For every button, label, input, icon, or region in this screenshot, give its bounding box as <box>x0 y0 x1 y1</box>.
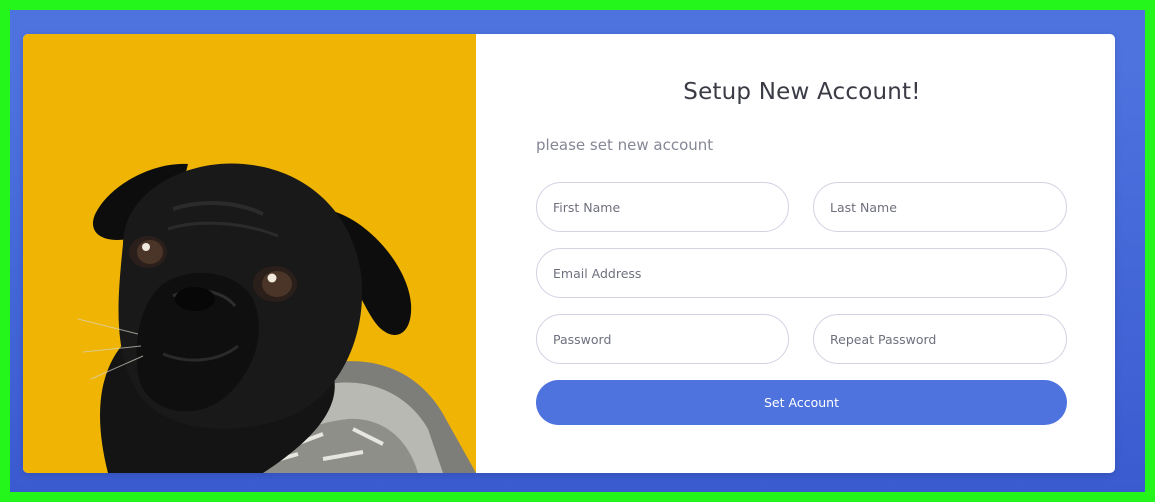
email-input[interactable] <box>536 248 1067 298</box>
page-title: Setup New Account! <box>683 79 921 105</box>
set-account-button[interactable]: Set Account <box>536 380 1067 425</box>
pug-illustration <box>77 163 476 473</box>
form-subtitle: please set new account <box>536 136 714 154</box>
register-card: Setup New Account! please set new accoun… <box>23 34 1115 473</box>
page-frame: Setup New Account! please set new accoun… <box>0 0 1155 502</box>
password-input[interactable] <box>536 314 789 364</box>
register-form: Setup New Account! please set new accoun… <box>476 34 1115 473</box>
last-name-input[interactable] <box>813 182 1067 232</box>
first-name-input[interactable] <box>536 182 789 232</box>
pug-photo <box>23 34 476 473</box>
repeat-password-input[interactable] <box>813 314 1067 364</box>
